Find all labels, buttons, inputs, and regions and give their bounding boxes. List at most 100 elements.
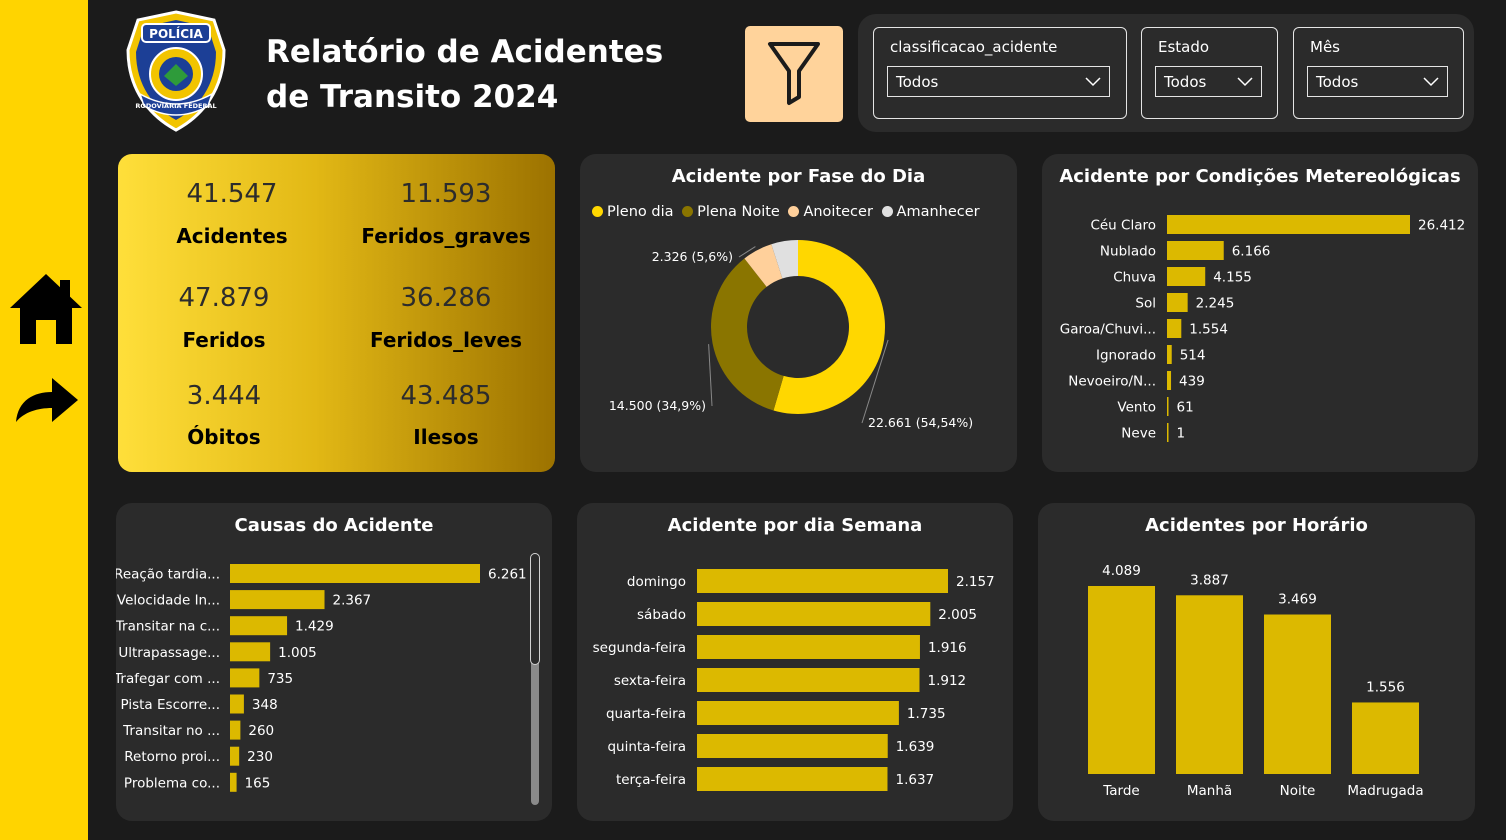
column	[1176, 595, 1243, 774]
data-label: 2.005	[938, 607, 977, 623]
data-label: 1.005	[278, 645, 317, 661]
logo-text-top: POLÍCIA	[149, 26, 203, 41]
filter-button[interactable]	[745, 26, 843, 122]
dropdown-value: Todos	[896, 73, 939, 91]
category-label: Vento	[1117, 400, 1156, 416]
data-label: 1.429	[295, 619, 334, 635]
kpi-ilesos-label: Ilesos	[413, 425, 479, 449]
chevron-down-icon	[1237, 77, 1253, 87]
bar	[1167, 241, 1224, 260]
bar	[1167, 423, 1169, 442]
category-label: Velocidade In...	[117, 593, 220, 609]
bar	[230, 590, 325, 610]
share-arrow-icon[interactable]	[8, 370, 84, 446]
page-title: Relatório de Acidentes de Transito 2024	[266, 30, 663, 120]
category-label: sábado	[637, 607, 686, 623]
bar	[1167, 319, 1182, 338]
home-icon[interactable]	[8, 270, 84, 346]
bar	[697, 734, 888, 758]
data-label: 439	[1179, 374, 1205, 390]
data-label: 230	[247, 749, 273, 765]
kpi-feridos-graves-value: 11.593	[400, 179, 492, 209]
category-label: Trafegar com ...	[116, 671, 220, 687]
data-label: 4.089	[1102, 563, 1141, 579]
data-label: 6.261	[488, 567, 527, 583]
prf-badge-logo: POLÍCIA RODOVIÁRIA FEDERAL	[124, 10, 228, 132]
slicer-label: Estado	[1158, 38, 1210, 56]
chevron-down-icon	[1423, 77, 1439, 87]
mes-dropdown[interactable]: Todos	[1307, 66, 1448, 97]
category-label: Garoa/Chuvi...	[1060, 322, 1156, 338]
estado-dropdown[interactable]: Todos	[1155, 66, 1262, 97]
data-label: 735	[267, 671, 293, 687]
bar	[230, 616, 288, 636]
category-label: Nublado	[1100, 244, 1156, 260]
dropdown-value: Todos	[1164, 73, 1207, 91]
causas-panel: Causas do Acidente Reação tardia... 6.261…	[116, 503, 552, 821]
category-label: Neve	[1121, 426, 1156, 442]
kpi-obitos-value: 3.444	[186, 381, 262, 411]
data-label: 3.469	[1278, 592, 1317, 608]
scrollbar-thumb[interactable]	[530, 553, 540, 665]
category-label: Chuva	[1113, 270, 1156, 286]
bar	[1167, 215, 1410, 234]
data-label: 3.887	[1190, 572, 1229, 588]
kpi-feridos-graves-label: Feridos_graves	[361, 224, 531, 248]
data-label: 1.735	[907, 706, 946, 722]
donut-chart: 22.661 (54,54%) 14.500 (34,9%) 2.326 (5,6%…	[609, 240, 973, 430]
classificacao-dropdown[interactable]: Todos	[887, 66, 1110, 97]
title-line-1: Relatório de Acidentes	[266, 34, 664, 70]
column	[1352, 702, 1419, 774]
kpi-obitos-label: Óbitos	[187, 425, 261, 449]
chevron-down-icon	[1085, 77, 1101, 87]
slicer-panel: classificacao_acidente Todos Estado Todo…	[858, 14, 1474, 132]
bar	[1167, 267, 1206, 286]
kpi-acidentes-label: Acidentes	[176, 224, 288, 248]
dia-semana-panel: Acidente por dia Semana domingo 2.157 sába…	[577, 503, 1013, 821]
bar	[1167, 293, 1188, 312]
slicer-estado: Estado Todos	[1141, 27, 1278, 119]
slicer-mes: Mês Todos	[1293, 27, 1464, 119]
leader-line	[708, 344, 713, 407]
data-label: 22.661 (54,54%)	[868, 415, 973, 430]
category-label: Céu Claro	[1090, 218, 1156, 234]
data-label: 2.367	[333, 593, 372, 609]
category-label: Nevoeiro/N...	[1068, 374, 1156, 390]
data-label: 165	[245, 775, 271, 791]
bar	[697, 569, 948, 593]
bar	[697, 767, 888, 791]
kpi-acidentes-value: 41.547	[186, 179, 278, 209]
kpi-card: 41.547 Acidentes 11.593 Feridos_graves 4…	[118, 154, 555, 472]
slicer-label: classificacao_acidente	[890, 38, 1058, 56]
dia-semana-chart: domingo 2.157 sábado 2.005 segunda-feira 1.91…	[593, 569, 995, 791]
data-label: 1.912	[927, 673, 966, 689]
data-label: 6.166	[1232, 244, 1271, 260]
bar	[230, 564, 480, 583]
kpi-feridos-label: Feridos	[182, 328, 266, 352]
condicoes-panel: Acidente por Condições Metereológicas Cé…	[1042, 154, 1478, 472]
category-label: Madrugada	[1347, 783, 1423, 799]
category-label: Problema co...	[124, 775, 220, 791]
category-label: Retorno proi...	[124, 749, 220, 765]
category-label: Noite	[1280, 783, 1316, 799]
horario-panel: Acidentes por Horário 4.089 Tarde 3.887 Man…	[1038, 503, 1475, 821]
bar	[1167, 397, 1169, 416]
bar	[697, 635, 920, 659]
bar	[230, 694, 244, 714]
bar	[697, 668, 920, 692]
data-label: 1.639	[896, 739, 935, 755]
bar	[230, 720, 241, 740]
dropdown-value: Todos	[1316, 73, 1359, 91]
category-label: quinta-feira	[607, 739, 686, 755]
bar	[230, 668, 260, 688]
data-label: 348	[252, 697, 278, 713]
data-label: 514	[1180, 348, 1206, 364]
bar	[1167, 371, 1172, 390]
data-label: 1.554	[1189, 322, 1228, 338]
category-label: sexta-feira	[614, 673, 686, 689]
category-label: terça-feira	[616, 772, 686, 788]
data-label: 14.500 (34,9%)	[609, 398, 706, 413]
kpi-feridos-leves-value: 36.286	[400, 283, 492, 313]
kpi-ilesos-value: 43.485	[400, 381, 492, 411]
category-label: Tarde	[1102, 783, 1139, 799]
